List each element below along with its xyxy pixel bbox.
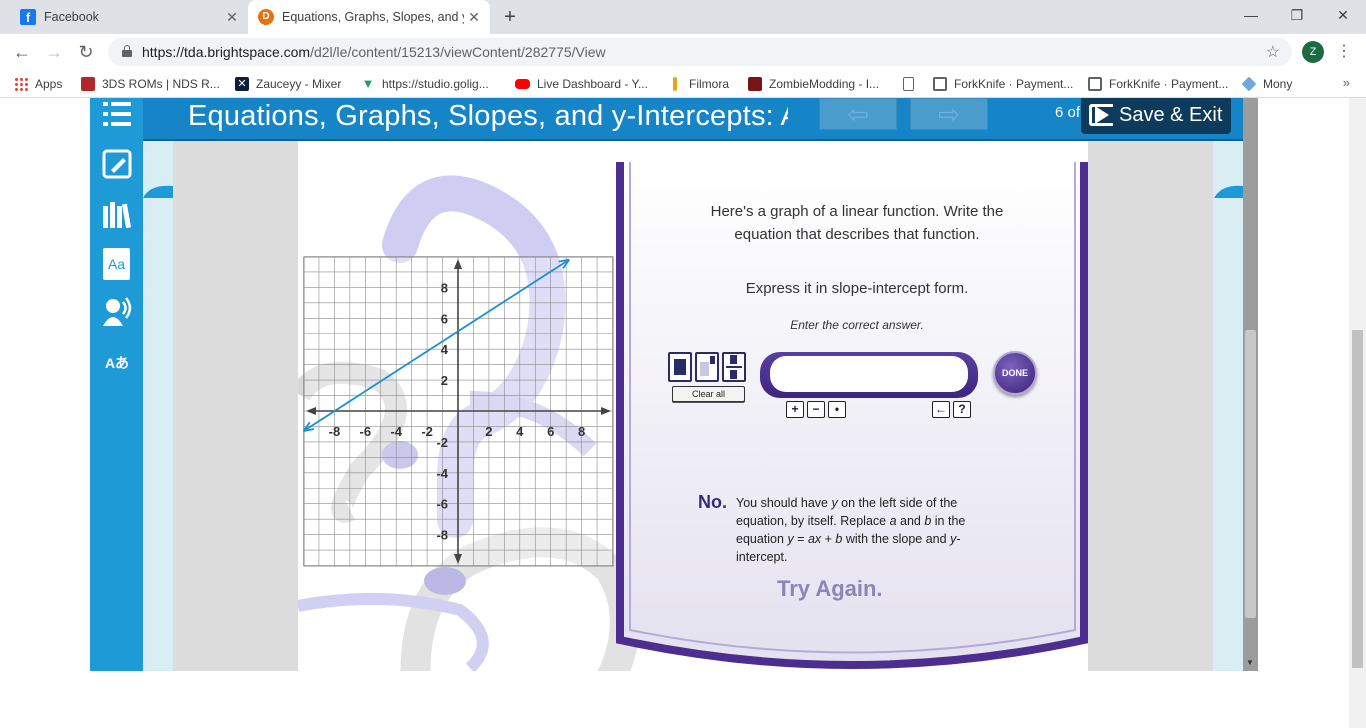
question-prompt: Here's a graph of a linear function. Wri… (710, 203, 1004, 243)
page-scrollbar-thumb[interactable] (1352, 330, 1363, 668)
y-tick-label: -6 (436, 497, 448, 512)
y-tick-label: 4 (441, 342, 449, 357)
question-instruction: Express it in slope-intercept form. (745, 280, 969, 297)
x-tick-label: -4 (390, 424, 402, 439)
y-tick-label: 2 (441, 373, 448, 388)
exponent-format-button[interactable] (695, 352, 719, 382)
coordinate-graph: -8 -6 -4 -2 2 4 6 8 8 6 4 2 -2 -4 -6 -8 (302, 256, 614, 567)
x-tick-label: -6 (360, 424, 372, 439)
x-tick-label: 6 (547, 424, 554, 439)
answer-field-frame (760, 352, 978, 398)
y-tick-label: -2 (436, 435, 448, 450)
question-hint: Enter the correct answer. (790, 318, 924, 332)
y-tick-label: 6 (441, 311, 448, 326)
integer-format-button[interactable] (668, 352, 692, 382)
backspace-button[interactable]: ← (932, 401, 950, 418)
x-tick-label: -8 (329, 424, 341, 439)
clear-all-button[interactable]: Clear all (672, 386, 745, 402)
x-tick-label: -2 (421, 424, 433, 439)
feedback-verdict: No. (698, 492, 727, 512)
feedback-message: You should have y on the left side of th… (736, 496, 966, 564)
x-tick-label: 8 (578, 424, 585, 439)
x-tick-label: 4 (516, 424, 524, 439)
try-again-text: Try Again. (777, 576, 883, 601)
fraction-format-button[interactable] (722, 352, 746, 382)
format-toolbar (668, 352, 746, 386)
minus-button[interactable]: − (807, 401, 825, 418)
y-tick-label: -4 (436, 466, 448, 481)
answer-input[interactable] (770, 356, 968, 392)
y-tick-label: -8 (436, 528, 448, 543)
done-button[interactable]: DONE (993, 351, 1037, 395)
plus-button[interactable]: + (786, 401, 804, 418)
x-tick-label: 2 (485, 424, 492, 439)
help-button[interactable]: ? (953, 401, 971, 418)
decimal-point-button[interactable]: • (828, 401, 846, 418)
y-tick-label: 8 (441, 280, 448, 295)
page-scrollbar[interactable] (1349, 98, 1366, 728)
